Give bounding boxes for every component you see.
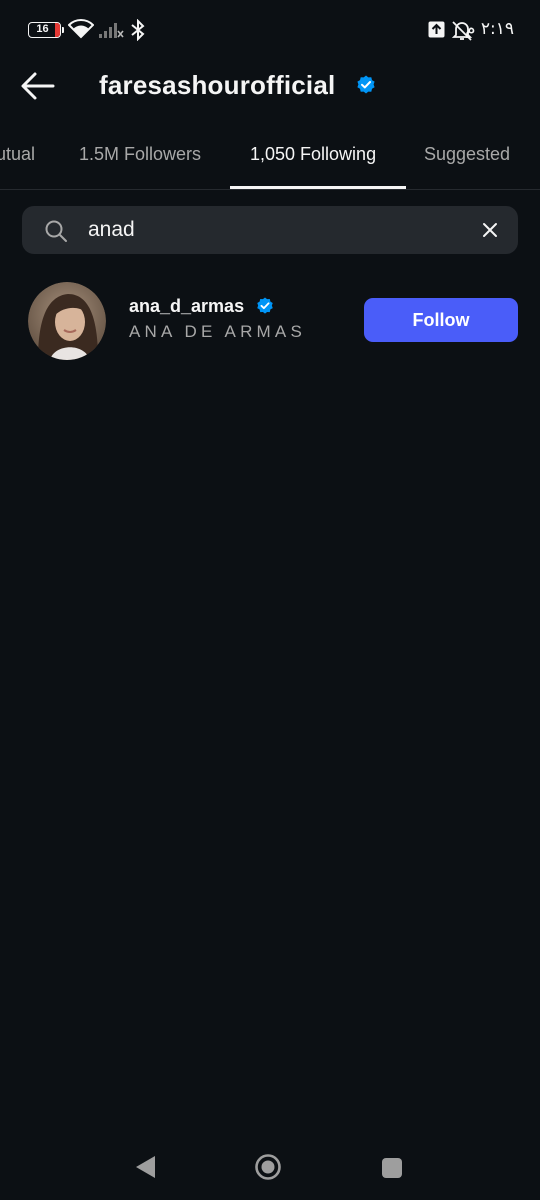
search-input[interactable] [88, 206, 468, 254]
profile-photo [28, 282, 106, 360]
upload-icon [428, 21, 445, 38]
tab-mutual[interactable]: utual [0, 144, 35, 165]
bluetooth-icon [131, 19, 145, 41]
close-icon [483, 223, 497, 237]
nav-home-icon[interactable] [254, 1153, 282, 1181]
full-name: ANA DE ARMAS [129, 322, 306, 341]
verified-badge-icon [257, 297, 273, 314]
battery-icon: 16 [28, 22, 61, 38]
search-icon [45, 220, 67, 242]
tab-bar: utual 1.5M Followers 1,050 Following Sug… [0, 130, 540, 190]
verified-badge-icon [357, 75, 375, 94]
tab-suggested[interactable]: Suggested [424, 144, 510, 165]
clear-search-button[interactable] [482, 222, 498, 238]
nav-back-icon[interactable] [134, 1154, 158, 1180]
back-button[interactable] [18, 68, 58, 104]
wifi-icon [68, 19, 94, 39]
status-bar: 16 ٢:١٩ م [0, 0, 540, 60]
arrow-left-icon [21, 72, 55, 100]
tab-followers[interactable]: 1.5M Followers [79, 144, 201, 165]
list-item[interactable]: ana_d_armas ANA DE ARMAS Follow [0, 278, 540, 364]
search-box [22, 206, 518, 254]
nav-recents-icon[interactable] [381, 1157, 403, 1179]
tab-following[interactable]: 1,050 Following [250, 144, 376, 165]
battery-level: 16 [36, 23, 49, 35]
active-tab-indicator [230, 186, 406, 189]
follow-button[interactable]: Follow [364, 298, 518, 342]
page-title: faresashourofficial [99, 70, 336, 100]
cell-signal-icon [99, 23, 124, 38]
avatar[interactable] [28, 282, 106, 360]
status-time: ٢:١٩ م [464, 19, 514, 39]
username[interactable]: ana_d_armas [129, 296, 244, 317]
